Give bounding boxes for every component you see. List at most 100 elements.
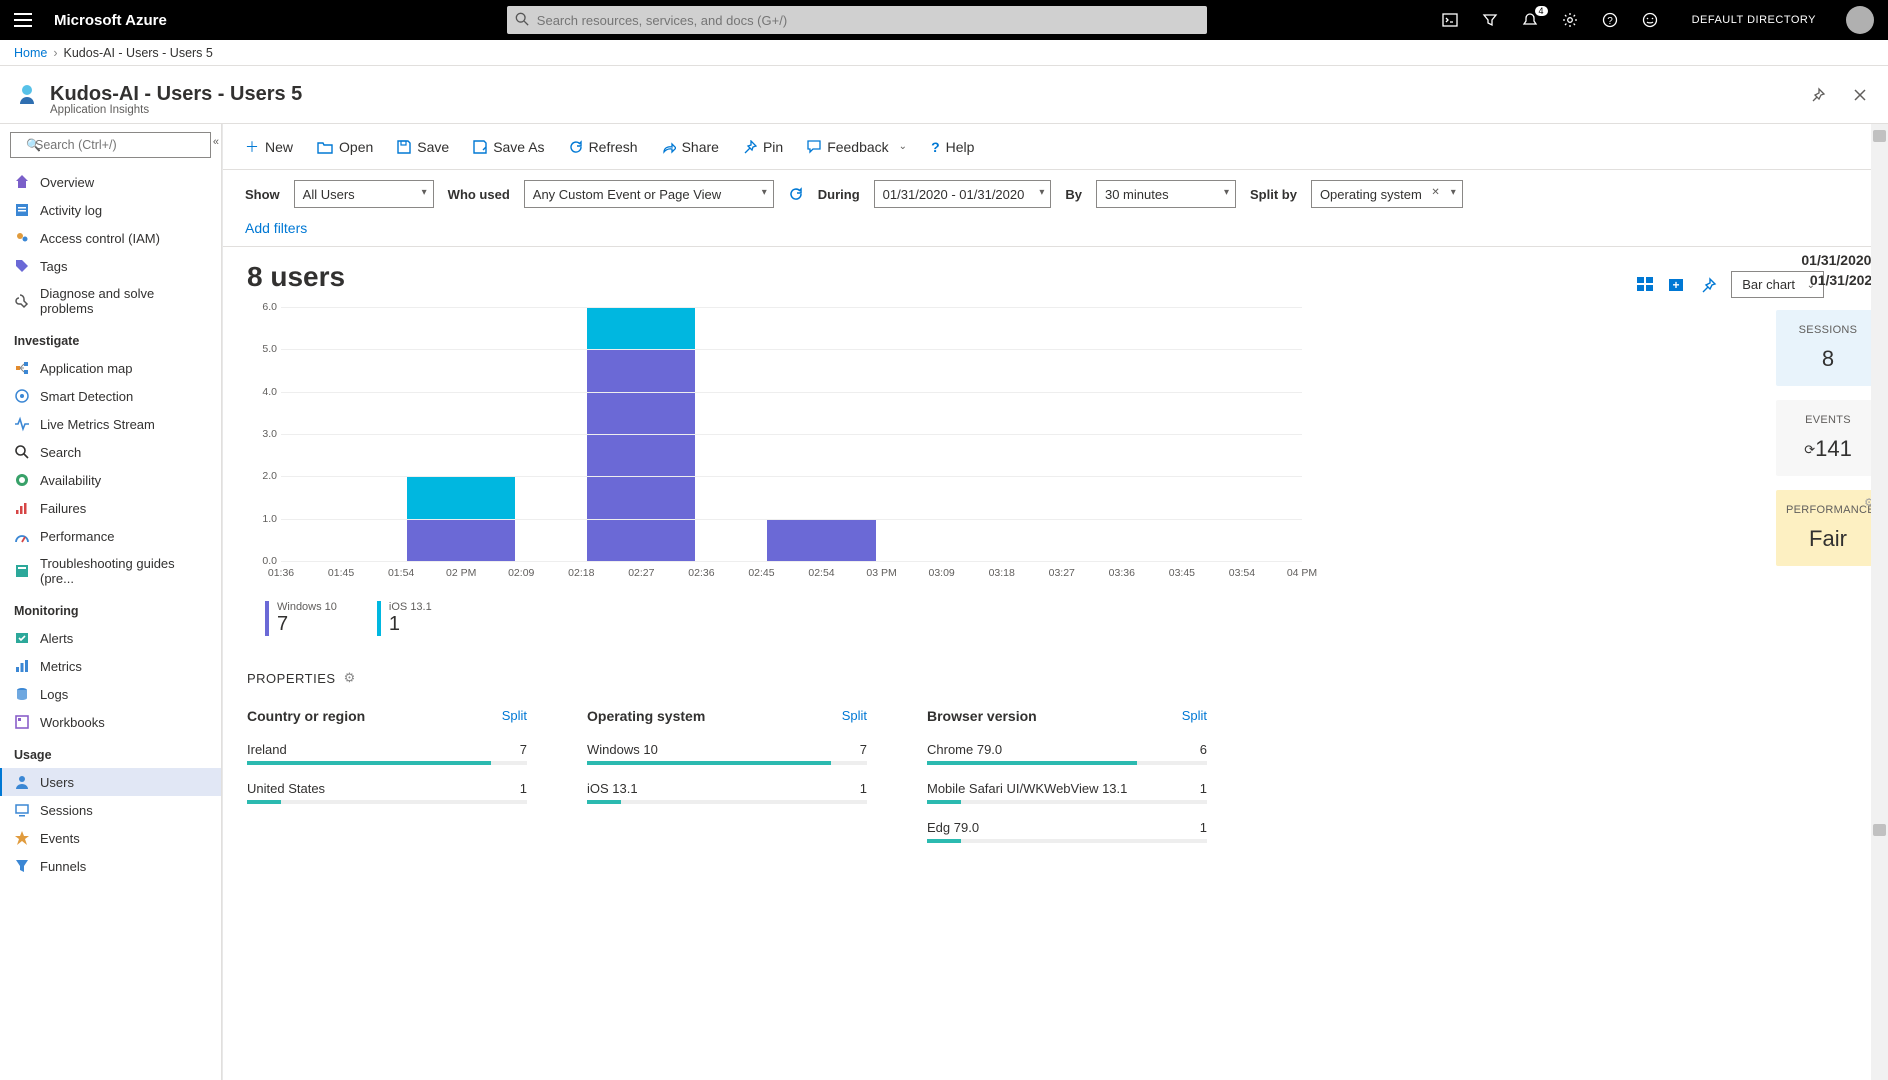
filter-row: Show All Users▾ Who used Any Custom Even… [223,170,1888,216]
nav-item-alerts[interactable]: Alerts [0,624,221,652]
smart-icon [14,388,30,404]
nav-item-iam[interactable]: Access control (IAM) [0,224,221,252]
users-count-title: 8 users [247,261,1864,293]
wb-icon [14,714,30,730]
refresh-button[interactable]: Refresh [569,139,638,155]
global-search-input[interactable] [507,6,1207,34]
tenant-label[interactable]: DEFAULT DIRECTORY [1692,14,1816,26]
y-tick: 6.0 [262,301,277,313]
share-button[interactable]: Share [662,139,719,155]
sessions-card[interactable]: SESSIONS 8 [1776,310,1880,386]
nav-item-live[interactable]: Live Metrics Stream [0,410,221,438]
performance-card[interactable]: ⚙ PERFORMANCE Fair [1776,490,1880,566]
help-icon[interactable]: ? [1602,12,1620,28]
x-tick: 01:45 [328,567,354,579]
page-title-bar: Kudos-AI - Users - Users 5 Application I… [0,66,1888,124]
svg-text:?: ? [1607,16,1613,27]
save-button[interactable]: Save [397,139,449,155]
hamburger-menu-button[interactable] [14,13,32,27]
funnels-icon [14,858,30,874]
menu-search-icon: 🔍 [26,138,41,152]
settings-gear-icon[interactable] [1562,12,1580,28]
breadcrumb: Home › Kudos-AI - Users - Users 5 [0,40,1888,66]
filter-by-select[interactable]: 30 minutes▾ [1096,180,1236,208]
save-as-button[interactable]: Save As [473,139,544,155]
legend-item-ios[interactable]: iOS 13.11 [377,601,432,636]
nav-item-activity[interactable]: Activity log [0,196,221,224]
x-tick: 02:36 [688,567,714,579]
x-tick: 02:18 [568,567,594,579]
nav-item-overview[interactable]: Overview [0,168,221,196]
nav-item-wb[interactable]: Workbooks [0,708,221,736]
open-button[interactable]: Open [317,139,373,155]
add-filters-link[interactable]: Add filters [245,220,307,236]
user-avatar[interactable] [1846,6,1874,34]
y-tick: 1.0 [262,513,277,525]
filter-who-select[interactable]: Any Custom Event or Page View▾ [524,180,774,208]
property-row[interactable]: Ireland7 [247,742,527,765]
property-row[interactable]: Edg 79.01 [927,820,1207,843]
nav-item-sessions[interactable]: Sessions [0,796,221,824]
nav-item-search[interactable]: Search [0,438,221,466]
nav-item-smart[interactable]: Smart Detection [0,382,221,410]
x-tick: 03:18 [989,567,1015,579]
filter-split-select[interactable]: Operating system✕▾ [1311,180,1463,208]
events-card[interactable]: EVENTS ⟳141 [1776,400,1880,476]
property-row[interactable]: United States1 [247,781,527,804]
cloud-shell-icon[interactable] [1442,12,1460,28]
nav-item-events[interactable]: Events [0,824,221,852]
pin-blade-button[interactable] [1804,81,1832,109]
page-subtitle: Application Insights [50,104,149,116]
filter-show-select[interactable]: All Users▾ [294,180,434,208]
nav-item-logs[interactable]: Logs [0,680,221,708]
nav-item-perf[interactable]: Performance [0,522,221,550]
collapse-menu-button[interactable]: « [213,136,219,148]
directory-filter-icon[interactable] [1482,12,1500,28]
nav-item-appmap[interactable]: Application map [0,354,221,382]
property-row[interactable]: Chrome 79.06 [927,742,1207,765]
properties-settings-icon[interactable]: ⚙ [344,670,356,686]
filter-during-select[interactable]: 01/31/2020 - 01/31/2020▾ [874,180,1052,208]
x-tick: 03:36 [1109,567,1135,579]
notifications-icon[interactable]: 4 [1522,12,1540,28]
split-link[interactable]: Split [1182,708,1207,724]
refresh-filters-icon[interactable] [788,186,804,202]
iam-icon [14,230,30,246]
breadcrumb-home-link[interactable]: Home [14,46,47,60]
new-button[interactable]: ＋New [245,137,293,157]
nav-item-users[interactable]: Users [0,768,221,796]
search-icon [515,12,529,26]
close-blade-button[interactable] [1846,81,1874,109]
activity-icon [14,202,30,218]
x-tick: 02:54 [808,567,834,579]
nav-section-usage: Usage [0,736,221,768]
nav-item-tags[interactable]: Tags [0,252,221,280]
nav-item-metrics[interactable]: Metrics [0,652,221,680]
nav-item-funnels[interactable]: Funnels [0,852,221,880]
property-row[interactable]: Windows 107 [587,742,867,765]
property-row[interactable]: Mobile Safari UI/WKWebView 13.11 [927,781,1207,804]
nav-item-diagnose[interactable]: Diagnose and solve problems [0,280,221,322]
add-chart-icon[interactable]: + [1669,277,1687,293]
property-row[interactable]: iOS 13.11 [587,781,867,804]
perf-icon [14,528,30,544]
split-link[interactable]: Split [842,708,867,724]
legend-item-win[interactable]: Windows 107 [265,601,337,636]
header-actions: 4 ? DEFAULT DIRECTORY [1442,6,1874,34]
content-scrollbar[interactable] [1871,124,1888,1080]
nav-item-fail[interactable]: Failures [0,494,221,522]
property-column: Browser versionSplitChrome 79.06Mobile S… [927,708,1207,859]
view-grid-icon[interactable] [1637,277,1655,293]
pin-button[interactable]: Pin [743,139,783,155]
help-button[interactable]: ?Help [931,139,974,155]
feedback-smiley-icon[interactable] [1642,12,1660,28]
nav-section-investigate: Investigate [0,322,221,354]
chart-bar[interactable] [767,519,875,561]
content-body: 8 users + Bar chart⌄ 0.01.02.03.04.05.06… [223,247,1888,1080]
diagnose-icon [14,293,30,309]
nav-item-avail[interactable]: Availability [0,466,221,494]
nav-item-trouble[interactable]: Troubleshooting guides (pre... [0,550,221,592]
feedback-button[interactable]: Feedback⌄ [807,139,907,155]
split-link[interactable]: Split [502,708,527,724]
svg-text:+: + [1673,278,1680,292]
